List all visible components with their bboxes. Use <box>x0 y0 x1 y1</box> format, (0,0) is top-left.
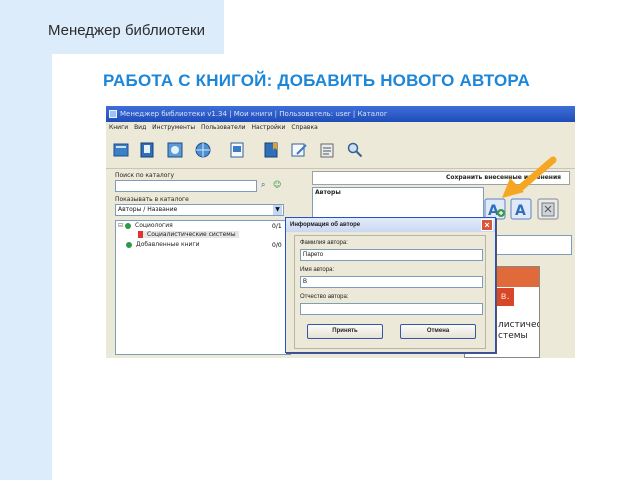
globe-icon[interactable] <box>192 139 214 161</box>
user-filter-icon[interactable]: ☺ <box>273 180 281 189</box>
tree-item-sociology[interactable]: ⊟ Социология <box>118 222 173 229</box>
pdf-icon <box>138 231 143 238</box>
close-icon[interactable]: × <box>481 219 493 231</box>
catalog-pane: Поиск по каталогу ⌕ ☺ Показывать в катал… <box>113 169 291 355</box>
lastname-field[interactable]: Парето <box>300 249 483 261</box>
menu-tools[interactable]: Инструменты <box>152 124 195 131</box>
slide-title: РАБОТА С КНИГОЙ: ДОБАВИТЬ НОВОГО АВТОРА <box>103 71 530 90</box>
pointer-arrow-icon <box>502 156 557 198</box>
dialog-body: Фамилия автора: Парето Имя автора: В Отч… <box>294 235 486 349</box>
dialog-title: Информация об авторе <box>286 218 495 232</box>
menubar: Книги Вид Инструменты Пользователи Настр… <box>106 122 575 134</box>
tree-count: 0/0 <box>272 242 282 249</box>
patronymic-field[interactable] <box>300 303 483 315</box>
catalog-search-input[interactable] <box>115 180 257 192</box>
app-icon <box>109 110 117 118</box>
menu-users[interactable]: Пользователи <box>201 124 246 131</box>
menu-settings[interactable]: Настройки <box>252 124 286 131</box>
app-title: Менеджер библиотеки v1.34 | Мои книги | … <box>120 110 388 118</box>
collapse-icon[interactable]: ⊟ <box>118 222 123 229</box>
catalog-icon[interactable] <box>164 139 186 161</box>
catalog-view-select[interactable]: Авторы / Название ▼ <box>115 204 284 216</box>
tree-item-added-books[interactable]: Добавленные книги <box>126 241 199 248</box>
cancel-button[interactable]: Отмена <box>400 324 476 339</box>
folder-icon <box>125 222 132 229</box>
folder-icon <box>126 241 132 248</box>
accept-button[interactable]: Принять <box>307 324 383 339</box>
edit-icon[interactable] <box>288 139 310 161</box>
catalog-view-value: Авторы / Название <box>118 206 178 213</box>
author-info-dialog: Информация об авторе × Фамилия автора: П… <box>285 217 496 353</box>
patronymic-label: Отчество автора: <box>300 294 349 300</box>
details-field[interactable] <box>496 235 572 255</box>
left-decor-band <box>0 0 52 480</box>
firstname-field[interactable]: В <box>300 276 483 288</box>
cover-title-line: стемы <box>498 331 528 341</box>
menu-help[interactable]: Справка <box>291 124 317 131</box>
tree-item-label: Социалистические системы <box>147 231 236 238</box>
notes-icon[interactable] <box>316 139 338 161</box>
menu-view[interactable]: Вид <box>134 124 146 131</box>
search-icon[interactable]: ⌕ <box>261 180 265 190</box>
search-label: Поиск по каталогу <box>115 172 175 179</box>
tree-item-label: Социология <box>135 222 173 229</box>
books-icon[interactable] <box>110 139 132 161</box>
app-titlebar: Менеджер библиотеки v1.34 | Мои книги | … <box>106 106 575 122</box>
catalog-tree: ⊟ Социология 0/1 Социалистические систем… <box>115 220 291 355</box>
slide-subtitle: Менеджер библиотеки <box>48 22 205 39</box>
show-label: Показывать в каталоге <box>115 196 189 203</box>
lastname-label: Фамилия автора: <box>300 240 348 246</box>
tree-item-label: Добавленные книги <box>136 241 200 248</box>
book-icon[interactable] <box>136 139 158 161</box>
firstname-label: Имя автора: <box>300 267 335 273</box>
authors-label: Авторы <box>315 189 341 196</box>
svg-text:A: A <box>515 203 526 219</box>
menu-books[interactable]: Книги <box>109 124 128 131</box>
search-icon[interactable] <box>344 139 366 161</box>
tree-count: 0/1 <box>272 223 282 230</box>
cover-title-line: листические <box>498 320 540 330</box>
book-mark-icon[interactable] <box>260 139 282 161</box>
chevron-down-icon[interactable]: ▼ <box>273 205 282 215</box>
tree-item-socialist-systems[interactable]: Социалистические системы <box>138 231 239 238</box>
cover-title: листические стемы <box>498 320 540 342</box>
document-icon[interactable] <box>226 139 248 161</box>
